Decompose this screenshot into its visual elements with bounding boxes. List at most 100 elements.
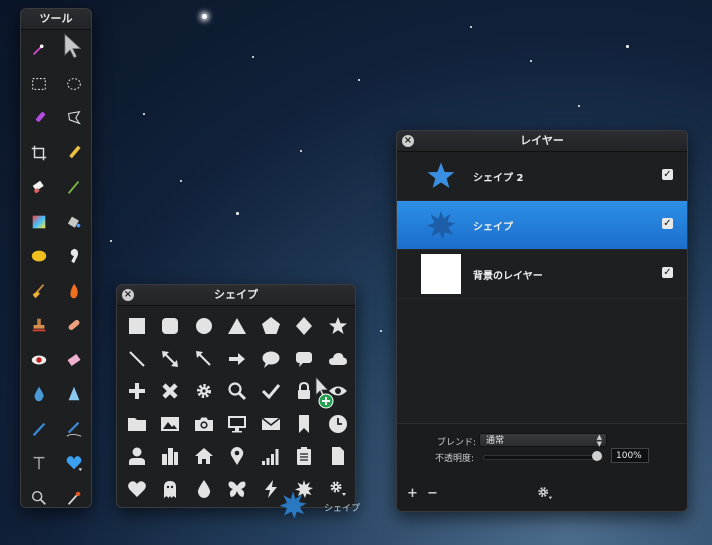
shape-line[interactable] [120, 343, 154, 376]
broom-icon [32, 283, 44, 298]
freeform-pen-tool[interactable] [56, 412, 91, 447]
layer-options-button[interactable] [535, 484, 557, 502]
zoom-tool[interactable] [21, 481, 56, 508]
rounded-square-icon [162, 318, 179, 335]
shape-double-arrow[interactable] [154, 343, 188, 376]
paint-bucket-tool[interactable] [56, 205, 91, 240]
shape-folder[interactable] [120, 408, 154, 441]
broom-tool[interactable] [21, 274, 56, 309]
shape-arrow-right[interactable] [221, 343, 255, 376]
shape-star[interactable] [321, 310, 355, 343]
star-decoration [578, 105, 580, 107]
shape-camera[interactable] [187, 408, 221, 441]
blend-mode-select[interactable]: 通常 ▲ ▼ [479, 433, 607, 448]
shape-clipboard[interactable] [288, 440, 322, 473]
gradient-tool[interactable] [21, 205, 56, 240]
shape-location-pin[interactable] [221, 440, 255, 473]
smudge-tool[interactable] [56, 239, 91, 274]
heart-icon [127, 480, 146, 497]
sponge-icon [31, 250, 46, 262]
shape-buildings[interactable] [154, 440, 188, 473]
remove-layer-button[interactable]: − [427, 486, 438, 501]
eraser-pink-tool[interactable] [56, 343, 91, 378]
cross-icon [162, 383, 178, 399]
stamp-tool[interactable] [21, 308, 56, 343]
crop-tool[interactable] [21, 136, 56, 171]
layer-row-shape-2[interactable]: シェイプ 2 ✓ [397, 152, 687, 201]
sponge-tool[interactable] [21, 239, 56, 274]
shape-envelope[interactable] [254, 408, 288, 441]
close-button[interactable]: × [122, 289, 134, 301]
shape-checkmark[interactable] [254, 375, 288, 408]
layer-visibility-checkbox[interactable]: ✓ [662, 267, 673, 278]
rect-select-tool[interactable] [21, 67, 56, 102]
shape-speech-rect[interactable] [288, 343, 322, 376]
shape-butterfly[interactable] [221, 473, 255, 506]
shape-house[interactable] [187, 440, 221, 473]
quick-select-tool[interactable] [21, 101, 56, 136]
layer-thumbnail [421, 254, 461, 294]
brush-tool[interactable] [56, 170, 91, 205]
shape-triangle[interactable] [221, 310, 255, 343]
sharpen-tool[interactable] [56, 377, 91, 412]
layer-row-shape[interactable]: シェイプ ✓ [397, 201, 687, 250]
shape-arrow-diagonal[interactable] [187, 343, 221, 376]
shape-monitor[interactable] [221, 408, 255, 441]
pen-tool[interactable] [21, 412, 56, 447]
text-tool[interactable] [21, 446, 56, 481]
layer-row-background[interactable]: 背景のレイヤー ✓ [397, 250, 687, 299]
star-decoration [300, 150, 302, 152]
shape-square[interactable] [120, 310, 154, 343]
shape-person[interactable] [120, 440, 154, 473]
signal-bars-icon [261, 449, 279, 466]
shape-drop[interactable] [187, 473, 221, 506]
shape-pentagon[interactable] [254, 310, 288, 343]
dragged-starburst-icon [278, 490, 308, 520]
tools-panel: ツール [20, 8, 92, 508]
blur-tool[interactable] [21, 377, 56, 412]
star-decoration [530, 60, 532, 62]
move-tool[interactable] [56, 32, 91, 67]
shape-bookmark[interactable] [288, 408, 322, 441]
shape-tool[interactable] [56, 446, 91, 481]
shape-gear[interactable] [187, 375, 221, 408]
pencil-tool[interactable] [56, 136, 91, 171]
shape-clock[interactable] [321, 408, 355, 441]
bandage-tool[interactable] [56, 308, 91, 343]
opacity-input[interactable]: 100% [611, 448, 649, 463]
opacity-slider[interactable] [483, 451, 603, 461]
layer-visibility-checkbox[interactable]: ✓ [662, 169, 673, 180]
lasso-tool[interactable] [56, 101, 91, 136]
layer-visibility-checkbox[interactable]: ✓ [662, 218, 673, 229]
star-decoration [180, 180, 182, 182]
shape-signal-bars[interactable] [254, 440, 288, 473]
shape-rounded-square[interactable] [154, 310, 188, 343]
burn-tool[interactable] [56, 274, 91, 309]
shape-circle[interactable] [187, 310, 221, 343]
magnifier-icon [31, 490, 46, 505]
shape-ghost[interactable] [154, 473, 188, 506]
star-icon [328, 317, 347, 335]
text-t-icon [33, 457, 44, 470]
add-layer-button[interactable]: + [407, 486, 418, 501]
shape-document[interactable] [321, 440, 355, 473]
shape-cross[interactable] [154, 375, 188, 408]
ellipse-select-tool[interactable] [56, 67, 91, 102]
shape-plus[interactable] [120, 375, 154, 408]
shape-search[interactable] [221, 375, 255, 408]
eyedropper-tool[interactable] [56, 481, 91, 508]
buildings-icon [162, 448, 179, 466]
shape-diamond[interactable] [288, 310, 322, 343]
close-button[interactable]: × [402, 135, 414, 147]
red-eye-tool[interactable] [21, 343, 56, 378]
magic-wand-tool[interactable] [21, 32, 56, 67]
opacity-slider-knob[interactable] [592, 451, 602, 461]
clock-icon [328, 414, 347, 433]
star-decoration [236, 212, 239, 215]
layers-panel-title: × レイヤー [397, 131, 687, 152]
eraser-tool[interactable] [21, 170, 56, 205]
shape-picture[interactable] [154, 408, 188, 441]
shape-cloud[interactable] [321, 343, 355, 376]
shape-heart[interactable] [120, 473, 154, 506]
shape-speech-oval[interactable] [254, 343, 288, 376]
